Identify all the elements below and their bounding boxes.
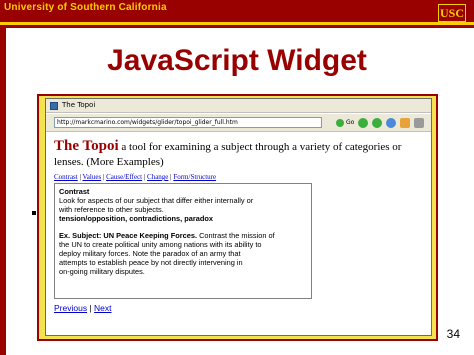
page-heading: The Topoi a tool for examining a subject…	[54, 139, 424, 170]
go-button[interactable]: Go	[336, 117, 354, 128]
panel-line-2: with reference to other subjects.	[59, 205, 164, 214]
page-number: 34	[446, 327, 460, 341]
slide-title: JavaScript Widget	[107, 44, 367, 77]
forward-icon[interactable]	[372, 118, 382, 128]
window-titlebar: The Topoi	[46, 99, 431, 113]
bullet-marker	[32, 211, 36, 215]
topoi-title: The Topoi	[54, 138, 119, 154]
window-title: The Topoi	[62, 101, 96, 109]
pager-separator: |	[89, 303, 92, 313]
category-links: Contrast | Values | Cause/Effect | Chang…	[54, 173, 217, 181]
example-text-1: Contrast the mission of	[197, 231, 275, 240]
go-icon	[336, 118, 344, 127]
header-accent-line	[0, 22, 474, 25]
go-label: Go	[346, 119, 355, 126]
usc-logo: USC	[438, 4, 466, 22]
panel-example-line-3: deploy military forces. Note the paradox…	[59, 249, 241, 258]
link-form-structure[interactable]: Form/Structure	[173, 173, 216, 181]
university-name: University of Southern California	[4, 2, 167, 13]
screenshot-frame: The Topoi http://markcmarino.com/widgets…	[37, 94, 438, 341]
previous-link[interactable]: Previous	[54, 303, 87, 313]
panel-example-line-1: Ex. Subject: UN Peace Keeping Forces. Co…	[59, 231, 307, 240]
back-icon[interactable]	[358, 118, 368, 128]
print-icon[interactable]	[414, 118, 424, 128]
panel-line-1: Look for aspects of our subject that dif…	[59, 196, 254, 205]
link-contrast[interactable]: Contrast	[54, 173, 78, 181]
link-change[interactable]: Change	[147, 173, 168, 181]
link-values[interactable]: Values	[83, 173, 102, 181]
panel-example-line-5: on-going military disputes.	[59, 267, 145, 276]
panel-line-3: tension/opposition, contradictions, para…	[59, 214, 213, 223]
browser-window: The Topoi http://markcmarino.com/widgets…	[45, 98, 432, 336]
address-input[interactable]: http://markcmarino.com/widgets/glider/to…	[54, 117, 322, 128]
home-icon[interactable]	[400, 118, 410, 128]
panel-section-title: Contrast	[59, 187, 90, 196]
glider-panel: Contrast Look for aspects of our subject…	[54, 183, 312, 299]
link-cause-effect[interactable]: Cause/Effect	[106, 173, 142, 181]
example-subject: Ex. Subject: UN Peace Keeping Forces.	[59, 231, 198, 240]
panel-example-line-2: the UN to create political unity among n…	[59, 240, 262, 249]
pager: Previous | Next	[54, 303, 112, 313]
next-link[interactable]: Next	[94, 303, 111, 313]
presentation-slide: University of Southern California USC Ja…	[0, 0, 474, 355]
refresh-icon[interactable]	[386, 118, 396, 128]
panel-example-line-4: attempts to establish peace by not direc…	[59, 258, 243, 267]
page-content: The Topoi a tool for examining a subject…	[54, 139, 424, 182]
address-toolbar: http://markcmarino.com/widgets/glider/to…	[46, 114, 431, 132]
window-icon	[50, 102, 58, 110]
